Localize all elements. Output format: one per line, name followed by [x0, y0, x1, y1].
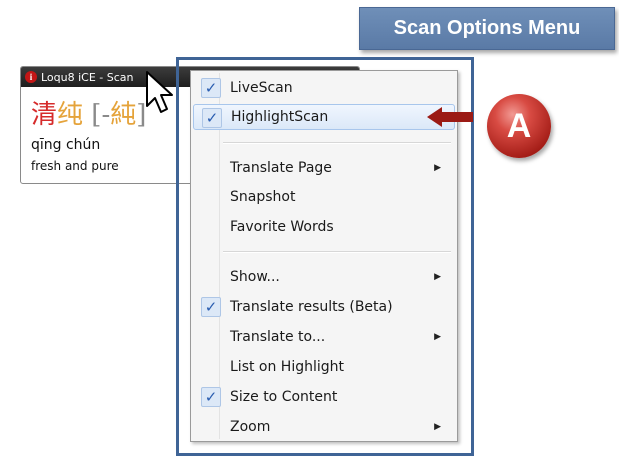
hanzi-headword: 清纯 [-純]	[31, 101, 146, 129]
bracket-open: [-	[91, 100, 111, 130]
callout-badge: A	[487, 94, 551, 158]
left-arrow-icon	[427, 107, 473, 127]
mouse-pointer-icon	[146, 71, 173, 113]
hanzi-traditional: 純	[110, 100, 137, 130]
info-icon[interactable]: i	[25, 71, 37, 83]
pinyin-text: qīng chún	[31, 137, 101, 153]
banner-title: Scan Options Menu	[359, 7, 615, 50]
hanzi-char-2: 纯	[57, 100, 84, 130]
definition-text: fresh and pure	[31, 159, 119, 173]
popup-title: Loqu8 iCE - Scan	[41, 70, 134, 84]
hanzi-char-1: 清	[31, 100, 58, 130]
